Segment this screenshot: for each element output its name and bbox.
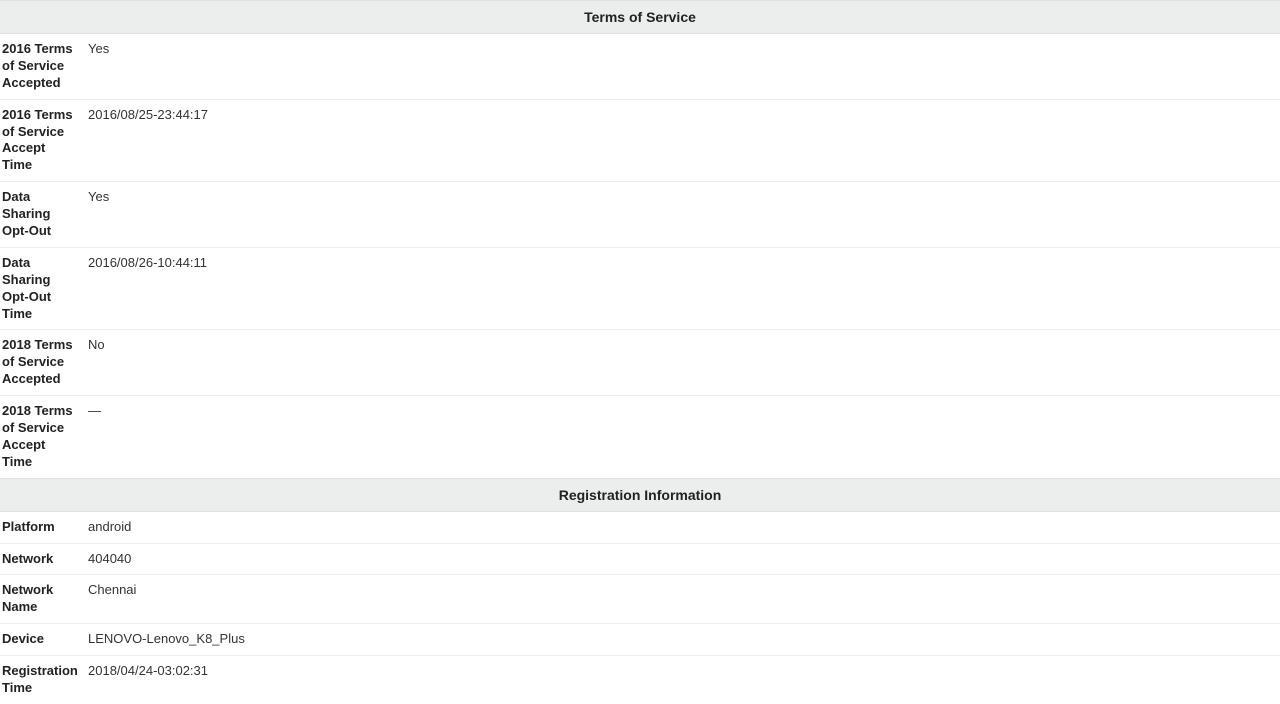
row-reg-time: Registration Time 2018/04/24-03:02:31 bbox=[0, 656, 1280, 704]
row-device: Device LENOVO-Lenovo_K8_Plus bbox=[0, 624, 1280, 656]
value-platform: android bbox=[82, 511, 1280, 543]
row-tos2018-accepted: 2018 Terms of Service Accepted No bbox=[0, 330, 1280, 396]
label-ds-optout: Data Sharing Opt-Out bbox=[0, 182, 82, 248]
details-table: Terms of Service 2016 Terms of Service A… bbox=[0, 0, 1280, 704]
label-tos2018-accepted: 2018 Terms of Service Accepted bbox=[0, 330, 82, 396]
value-network-name: Chennai bbox=[82, 575, 1280, 624]
value-tos2018-time: — bbox=[82, 396, 1280, 479]
label-ds-optout-time: Data Sharing Opt-Out Time bbox=[0, 247, 82, 330]
label-reg-time: Registration Time bbox=[0, 656, 82, 704]
section-header-tos: Terms of Service bbox=[0, 1, 1280, 34]
label-tos2016-accepted: 2016 Terms of Service Accepted bbox=[0, 34, 82, 100]
row-platform: Platform android bbox=[0, 511, 1280, 543]
section-header-row: Terms of Service bbox=[0, 1, 1280, 34]
value-tos2018-accepted: No bbox=[82, 330, 1280, 396]
label-device: Device bbox=[0, 624, 82, 656]
value-network: 404040 bbox=[82, 543, 1280, 575]
row-network: Network 404040 bbox=[0, 543, 1280, 575]
value-ds-optout-time: 2016/08/26-10:44:11 bbox=[82, 247, 1280, 330]
value-tos2016-accepted: Yes bbox=[82, 34, 1280, 100]
row-network-name: Network Name Chennai bbox=[0, 575, 1280, 624]
label-platform: Platform bbox=[0, 511, 82, 543]
value-reg-time: 2018/04/24-03:02:31 bbox=[82, 656, 1280, 704]
row-tos2016-time: 2016 Terms of Service Accept Time 2016/0… bbox=[0, 99, 1280, 182]
row-ds-optout-time: Data Sharing Opt-Out Time 2016/08/26-10:… bbox=[0, 247, 1280, 330]
label-tos2016-time: 2016 Terms of Service Accept Time bbox=[0, 99, 82, 182]
label-network-name: Network Name bbox=[0, 575, 82, 624]
label-tos2018-time: 2018 Terms of Service Accept Time bbox=[0, 396, 82, 479]
label-network: Network bbox=[0, 543, 82, 575]
value-ds-optout: Yes bbox=[82, 182, 1280, 248]
section-header-row: Registration Information bbox=[0, 478, 1280, 511]
section-header-reg: Registration Information bbox=[0, 478, 1280, 511]
row-tos2016-accepted: 2016 Terms of Service Accepted Yes bbox=[0, 34, 1280, 100]
row-tos2018-time: 2018 Terms of Service Accept Time — bbox=[0, 396, 1280, 479]
value-tos2016-time: 2016/08/25-23:44:17 bbox=[82, 99, 1280, 182]
value-device: LENOVO-Lenovo_K8_Plus bbox=[82, 624, 1280, 656]
row-ds-optout: Data Sharing Opt-Out Yes bbox=[0, 182, 1280, 248]
